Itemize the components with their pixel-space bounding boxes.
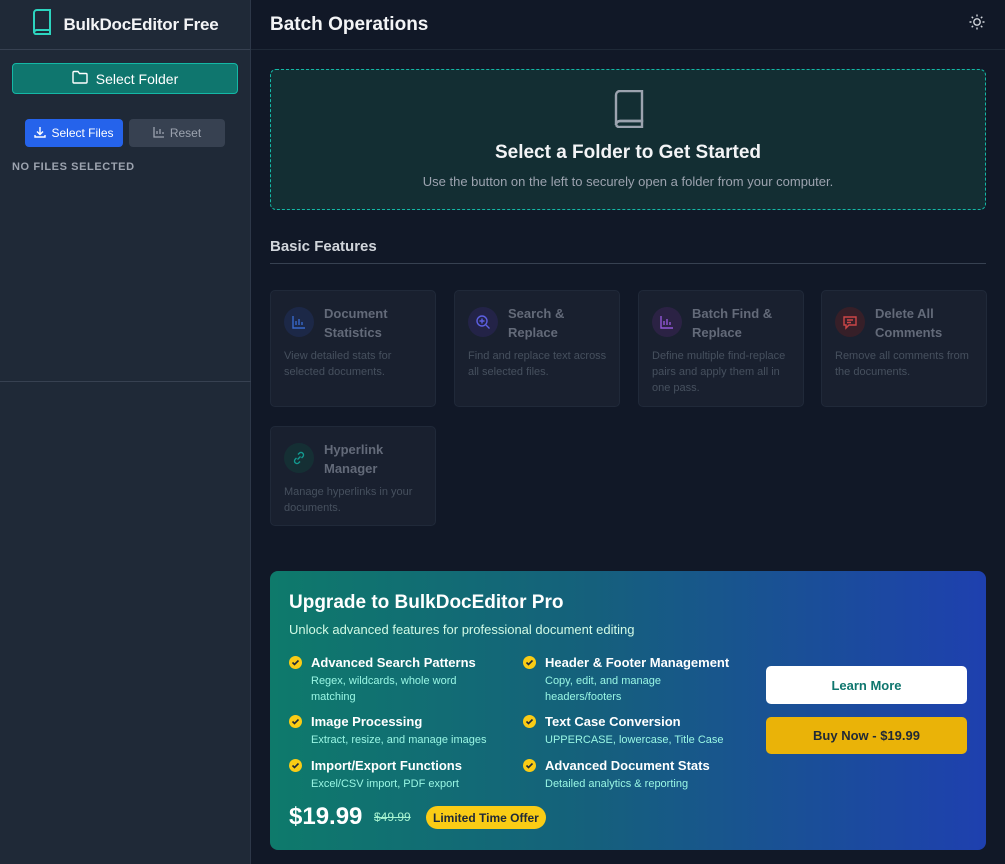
download-icon — [34, 126, 47, 141]
reset-label: Reset — [169, 126, 202, 140]
price: $19.99 — [289, 803, 363, 830]
pro-feature-title: Advanced Document Stats — [545, 758, 710, 773]
pro-feature-title: Text Case Conversion — [545, 714, 681, 729]
feature-card-batch-find-replace[interactable]: Batch Find & Replace Define multiple fin… — [638, 290, 804, 407]
feature-card-search-replace[interactable]: Search & Replace Find and replace text a… — [454, 290, 620, 407]
section-title: Basic Features — [270, 238, 986, 264]
feature-card-delete-comments[interactable]: Delete All Comments Remove all comments … — [821, 290, 987, 407]
select-folder-button[interactable]: Select Folder — [12, 63, 238, 94]
pro-feature-title: Import/Export Functions — [311, 758, 462, 773]
check-circle-icon — [523, 715, 536, 728]
folder-dropzone[interactable]: Select a Folder to Get Started Use the b… — [270, 69, 986, 210]
select-files-button[interactable]: Select Files — [25, 119, 123, 147]
reset-button[interactable]: Reset — [129, 119, 225, 147]
feature-card-hyperlink-manager[interactable]: Hyperlink Manager Manage hyperlinks in y… — [270, 426, 436, 526]
sun-icon — [969, 14, 985, 30]
card-title: Document Statistics — [324, 306, 388, 340]
card-description: View detailed stats for selected documen… — [284, 350, 392, 378]
pro-feature-description: Detailed analytics & reporting — [545, 778, 689, 790]
feature-card-document-statistics[interactable]: Document Statistics View detailed stats … — [270, 290, 436, 407]
pro-feature-description: Excel/CSV import, PDF export — [311, 778, 459, 790]
card-title: Hyperlink Manager — [324, 442, 384, 476]
card-description: Define multiple find-replace pairs and a… — [652, 350, 786, 394]
check-circle-icon — [523, 759, 536, 772]
page-title: Batch Operations — [270, 13, 429, 35]
check-circle-icon — [289, 715, 302, 728]
card-description: Remove all comments from the documents. — [835, 350, 969, 378]
search-plus-icon — [468, 307, 498, 337]
sidebar: BulkDocEditor Free Select Folder Select … — [0, 0, 251, 864]
bar-chart-icon — [652, 307, 682, 337]
pro-feature-title: Header & Footer Management — [545, 655, 730, 670]
app-title: BulkDocEditor Free — [63, 14, 219, 34]
pro-feature-description: UPPERCASE, lowercase, Title Case — [545, 734, 724, 746]
old-price: $49.99 — [374, 810, 411, 824]
upgrade-promo: Upgrade to BulkDocEditor Pro Unlock adva… — [270, 571, 986, 850]
pro-feature-title: Advanced Search Patterns — [311, 655, 476, 670]
pro-feature-description: Copy, edit, and manage headers/footers — [545, 675, 661, 703]
check-circle-icon — [289, 656, 302, 669]
book-icon — [31, 9, 53, 40]
promo-subtitle: Unlock advanced features for professiona… — [289, 622, 635, 637]
promo-title: Upgrade to BulkDocEditor Pro — [289, 592, 564, 613]
bar-chart-icon — [153, 126, 165, 141]
select-files-label: Select Files — [51, 126, 114, 140]
buy-now-button[interactable]: Buy Now - $19.99 — [766, 717, 967, 754]
card-description: Find and replace text across all selecte… — [468, 350, 607, 378]
select-folder-label: Select Folder — [95, 70, 179, 87]
dropzone-subtitle: Use the button on the left to securely o… — [422, 174, 834, 189]
pro-feature-title: Image Processing — [311, 714, 423, 729]
learn-more-button[interactable]: Learn More — [766, 666, 967, 704]
folder-icon — [72, 70, 88, 87]
card-title: Delete All Comments — [875, 306, 943, 340]
dropzone-title: Select a Folder to Get Started — [494, 142, 762, 163]
theme-toggle-button[interactable] — [968, 13, 986, 36]
no-files-text: NO FILES SELECTED — [12, 161, 135, 173]
check-circle-icon — [289, 759, 302, 772]
pro-feature-description: Regex, wildcards, whole word matching — [311, 675, 457, 703]
sidebar-divider — [0, 381, 251, 382]
card-description: Manage hyperlinks in your documents. — [284, 486, 413, 514]
main-header: Batch Operations — [251, 0, 1005, 50]
book-icon — [614, 90, 644, 128]
pro-feature-description: Extract, resize, and manage images — [311, 734, 487, 746]
comment-icon — [835, 307, 865, 337]
app-header: BulkDocEditor Free — [0, 0, 250, 50]
card-title: Batch Find & Replace — [692, 306, 773, 340]
card-title: Search & Replace — [508, 306, 565, 340]
check-circle-icon — [523, 656, 536, 669]
link-icon — [284, 443, 314, 473]
limited-offer-badge: Limited Time Offer — [426, 806, 546, 829]
bar-chart-icon — [284, 307, 314, 337]
